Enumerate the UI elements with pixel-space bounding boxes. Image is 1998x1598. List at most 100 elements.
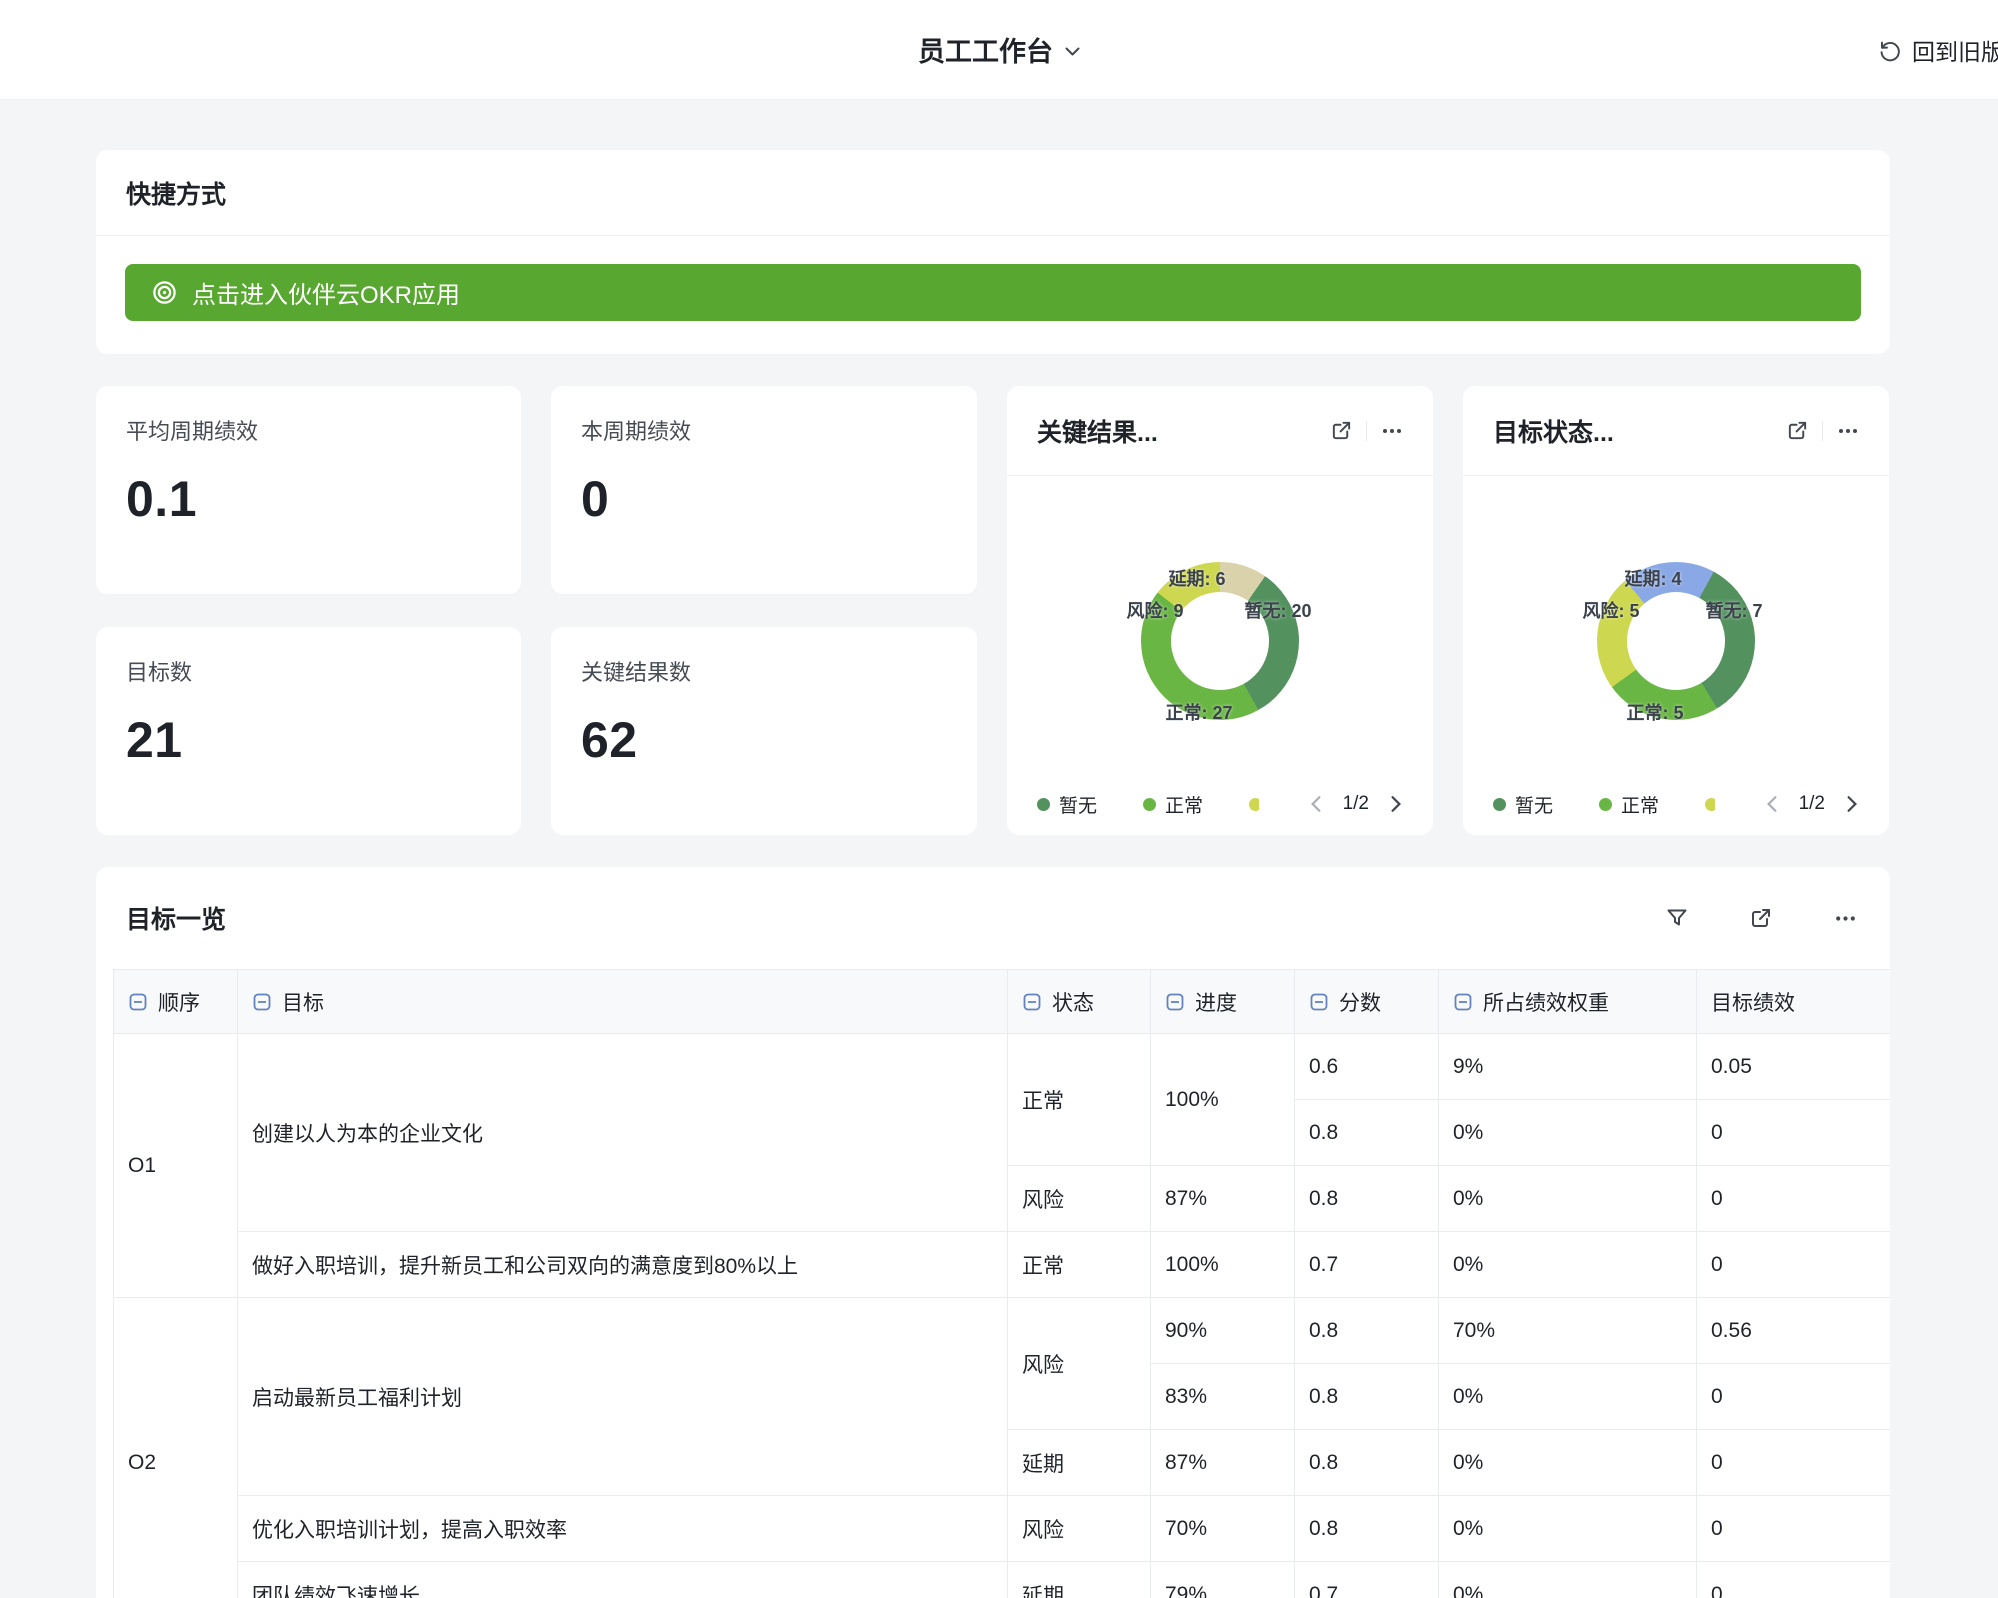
cell-score: 0.8 bbox=[1295, 1364, 1439, 1430]
legend-label: 正常 bbox=[1165, 791, 1203, 818]
cell-score: 0.8 bbox=[1295, 1100, 1439, 1166]
chevron-left-icon[interactable] bbox=[1757, 789, 1787, 819]
cell-performance: 0 bbox=[1697, 1562, 1891, 1598]
cell-weight: 0% bbox=[1439, 1364, 1697, 1430]
stat-value: 0 bbox=[581, 470, 947, 528]
cell-objective: 创建以人为本的企业文化 bbox=[238, 1034, 1008, 1232]
column-header-score: 分数 bbox=[1295, 970, 1439, 1034]
goals-card-header: 目标一览 bbox=[96, 867, 1890, 969]
history-icon bbox=[1877, 37, 1903, 63]
chevron-right-icon[interactable] bbox=[1837, 789, 1867, 819]
legend-item-正常[interactable]: 正常 bbox=[1143, 791, 1203, 818]
collapse-icon[interactable] bbox=[128, 992, 148, 1012]
goals-table-body: O1创建以人为本的企业文化正常100%0.69%0.050.80%0风险87%0… bbox=[114, 1034, 1891, 1598]
chart-area: 延期: 6暂无: 20正常: 27风险: 9 bbox=[1007, 476, 1433, 773]
legend-item-风险[interactable]: 风险 bbox=[1249, 791, 1259, 818]
cell-objective: 启动最新员工福利计划 bbox=[238, 1298, 1008, 1496]
cell-weight: 0% bbox=[1439, 1496, 1697, 1562]
legend-item-暂无[interactable]: 暂无 bbox=[1493, 791, 1553, 818]
header-row: 顺序目标状态进度分数所占绩效权重目标绩效 bbox=[114, 970, 1891, 1034]
stat-card-current-cycle-performance: 本周期绩效 0 bbox=[551, 386, 977, 594]
column-label: 状态 bbox=[1052, 987, 1094, 1017]
legend-item-正常[interactable]: 正常 bbox=[1599, 791, 1659, 818]
legend-dot bbox=[1037, 798, 1050, 811]
column-header-performance: 目标绩效 bbox=[1697, 970, 1891, 1034]
open-okr-app-button[interactable]: 点击进入伙伴云OKR应用 bbox=[125, 264, 1861, 321]
cell-performance: 0.05 bbox=[1697, 1034, 1891, 1100]
stat-value: 21 bbox=[126, 711, 491, 769]
cell-progress: 87% bbox=[1151, 1166, 1295, 1232]
cell-progress: 79% bbox=[1151, 1562, 1295, 1598]
column-header-progress: 进度 bbox=[1151, 970, 1295, 1034]
legend-item-风险[interactable]: 风险 bbox=[1705, 791, 1715, 818]
target-icon bbox=[151, 279, 178, 306]
cell-weight: 0% bbox=[1439, 1232, 1697, 1298]
chart-legend: 暂无 正常 风险 bbox=[1493, 791, 1715, 818]
cell-status: 延期 bbox=[1008, 1562, 1151, 1598]
pager-text: 1/2 bbox=[1343, 793, 1369, 815]
legend-dot bbox=[1493, 798, 1506, 811]
chart-title: 目标状态... bbox=[1493, 413, 1782, 449]
cell-performance: 0.56 bbox=[1697, 1298, 1891, 1364]
legend-dot bbox=[1249, 798, 1259, 811]
more-options-icon[interactable] bbox=[1833, 416, 1863, 446]
donut-label-暂无: 暂无: 7 bbox=[1705, 597, 1762, 623]
column-header-weight: 所占绩效权重 bbox=[1439, 970, 1697, 1034]
workspace-switcher[interactable]: 员工工作台 bbox=[918, 30, 1080, 69]
cell-status: 正常 bbox=[1008, 1034, 1151, 1166]
cell-weight: 0% bbox=[1439, 1166, 1697, 1232]
donut-label-延期: 延期: 4 bbox=[1624, 565, 1681, 591]
shortcuts-title: 快捷方式 bbox=[126, 175, 226, 211]
pager-text: 1/2 bbox=[1799, 793, 1825, 815]
cell-performance: 0 bbox=[1697, 1100, 1891, 1166]
collapse-icon[interactable] bbox=[252, 992, 272, 1012]
legend-label: 正常 bbox=[1621, 791, 1659, 818]
cell-objective: 优化入职培训计划，提高入职效率 bbox=[238, 1496, 1008, 1562]
legend-label: 暂无 bbox=[1059, 791, 1097, 818]
column-header-status: 状态 bbox=[1008, 970, 1151, 1034]
table-row: 做好入职培训，提升新员工和公司双向的满意度到80%以上正常100%0.70%0 bbox=[114, 1232, 1891, 1298]
collapse-icon[interactable] bbox=[1453, 992, 1473, 1012]
collapse-icon[interactable] bbox=[1309, 992, 1329, 1012]
donut-wrap: 延期: 6暂无: 20正常: 27风险: 9 bbox=[1141, 562, 1299, 720]
cell-performance: 0 bbox=[1697, 1430, 1891, 1496]
top-bar: 员工工作台 回到旧版 bbox=[0, 0, 1998, 100]
column-label: 分数 bbox=[1339, 987, 1381, 1017]
column-label: 所占绩效权重 bbox=[1483, 987, 1609, 1017]
chart-legend-row: 暂无 正常 风险 1/2 bbox=[1463, 773, 1889, 835]
legend-item-暂无[interactable]: 暂无 bbox=[1037, 791, 1097, 818]
cell-weight: 0% bbox=[1439, 1562, 1697, 1598]
chart-legend: 暂无 正常 风险 bbox=[1037, 791, 1259, 818]
cell-performance: 0 bbox=[1697, 1166, 1891, 1232]
cell-score: 0.7 bbox=[1295, 1232, 1439, 1298]
filter-icon[interactable] bbox=[1662, 903, 1692, 933]
goals-table-head: 顺序目标状态进度分数所占绩效权重目标绩效 bbox=[114, 970, 1891, 1034]
chevron-right-icon[interactable] bbox=[1381, 789, 1411, 819]
cell-progress: 83% bbox=[1151, 1364, 1295, 1430]
legend-dot bbox=[1143, 798, 1156, 811]
chart-card-header: 目标状态... bbox=[1463, 386, 1889, 476]
open-in-new-icon[interactable] bbox=[1326, 416, 1356, 446]
divider bbox=[1822, 421, 1823, 441]
chevron-down-icon bbox=[1065, 47, 1080, 57]
open-in-new-icon[interactable] bbox=[1746, 903, 1776, 933]
stat-card-objective-count: 目标数 21 bbox=[96, 627, 521, 835]
column-header-seq: 顺序 bbox=[114, 970, 238, 1034]
more-options-icon[interactable] bbox=[1830, 903, 1860, 933]
column-label: 顺序 bbox=[158, 987, 200, 1017]
donut-label-风险: 风险: 5 bbox=[1582, 597, 1639, 623]
objective-status-card: 目标状态... 延期: 4暂无: 7正常: 5风险: 5 暂无正常风险 bbox=[1463, 386, 1889, 835]
goals-table: 顺序目标状态进度分数所占绩效权重目标绩效 O1创建以人为本的企业文化正常100%… bbox=[113, 969, 1890, 1598]
stat-value: 0.1 bbox=[126, 470, 491, 528]
chevron-left-icon[interactable] bbox=[1301, 789, 1331, 819]
collapse-icon[interactable] bbox=[1165, 992, 1185, 1012]
cell-progress: 90% bbox=[1151, 1298, 1295, 1364]
legend-dot bbox=[1599, 798, 1612, 811]
stat-label: 平均周期绩效 bbox=[126, 414, 491, 446]
collapse-icon[interactable] bbox=[1022, 992, 1042, 1012]
more-options-icon[interactable] bbox=[1377, 416, 1407, 446]
open-in-new-icon[interactable] bbox=[1782, 416, 1812, 446]
cell-status: 风险 bbox=[1008, 1298, 1151, 1430]
table-row: O1创建以人为本的企业文化正常100%0.69%0.05 bbox=[114, 1034, 1891, 1100]
back-to-old-version-link[interactable]: 回到旧版 bbox=[1877, 0, 1998, 99]
